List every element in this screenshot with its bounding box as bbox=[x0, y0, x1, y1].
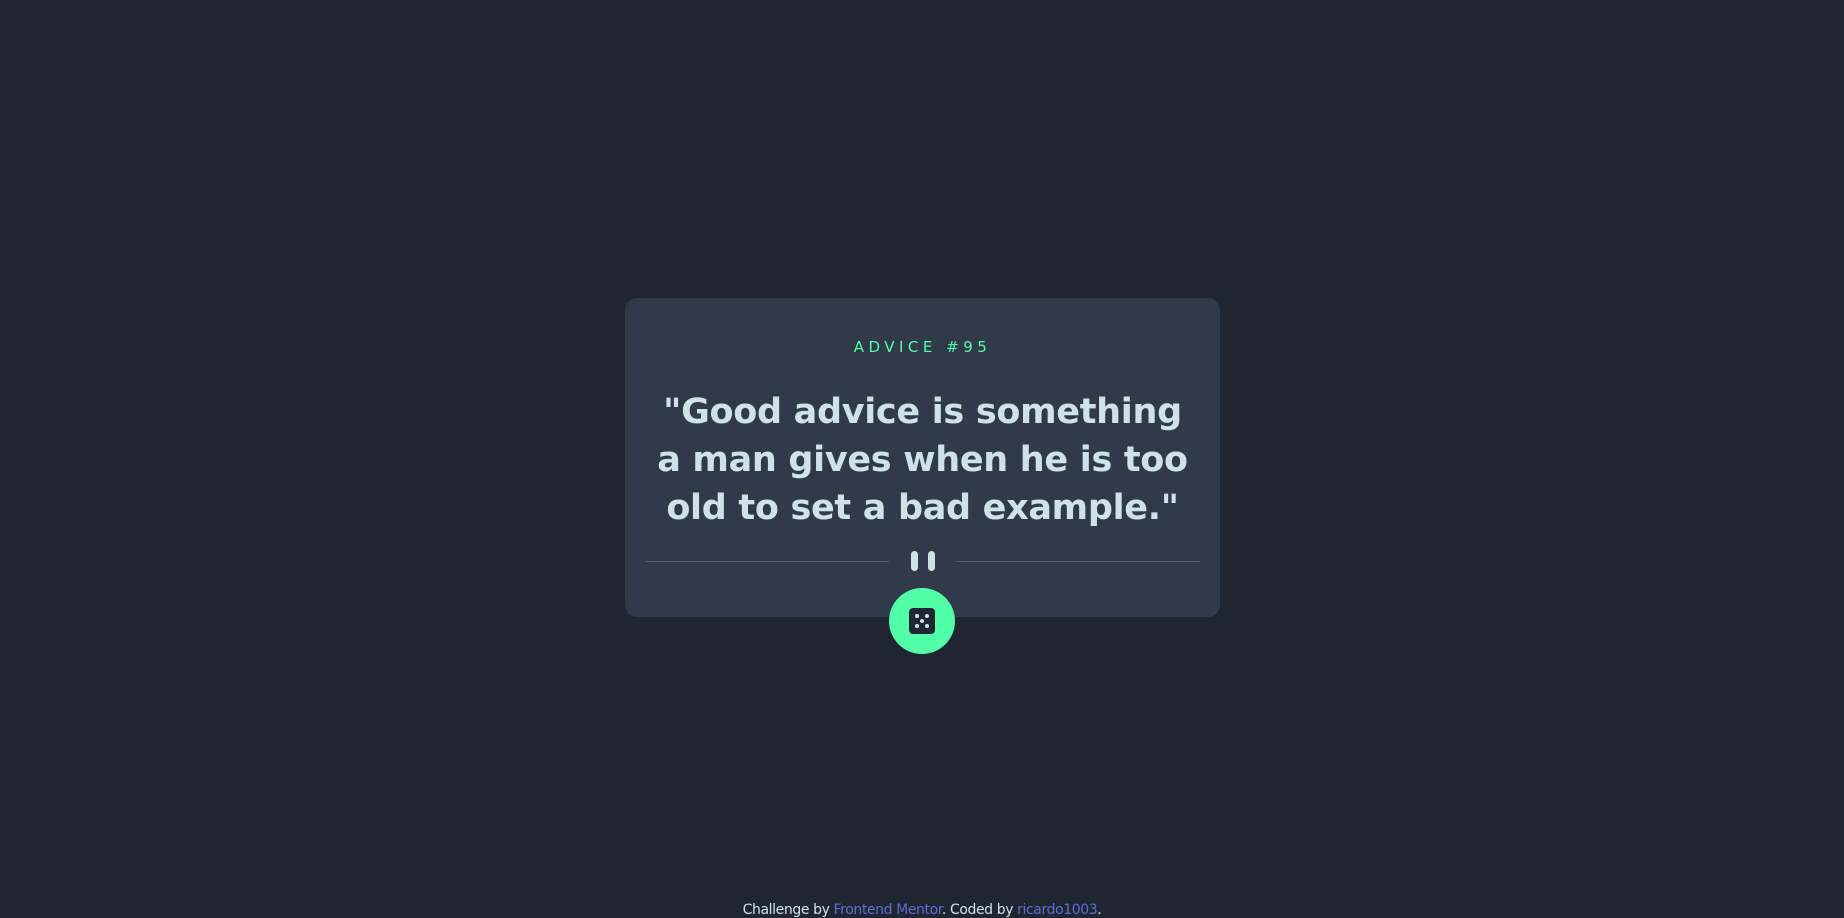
author-link[interactable]: ricardo1003 bbox=[1017, 902, 1098, 918]
pause-bar-left bbox=[910, 551, 918, 571]
footer-suffix: . bbox=[1097, 902, 1102, 918]
footer-middle: . Coded by bbox=[941, 902, 1018, 918]
advice-number: ADVICE #95 bbox=[853, 338, 992, 356]
divider-line-left bbox=[645, 561, 889, 562]
attribution-footer: Challenge by Frontend Mentor. Coded by r… bbox=[0, 902, 1844, 918]
generate-advice-button[interactable] bbox=[889, 588, 955, 654]
divider bbox=[645, 551, 1200, 571]
dice-icon bbox=[909, 608, 935, 634]
pause-icon bbox=[909, 551, 937, 573]
footer-prefix: Challenge by bbox=[742, 902, 834, 918]
pause-bar-right bbox=[927, 551, 935, 571]
advice-card: ADVICE #95 "Good advice is something a m… bbox=[625, 298, 1220, 617]
advice-quote: "Good advice is something a man gives wh… bbox=[657, 392, 1188, 528]
frontend-mentor-link[interactable]: Frontend Mentor bbox=[834, 902, 943, 918]
divider-line-right bbox=[956, 561, 1200, 562]
